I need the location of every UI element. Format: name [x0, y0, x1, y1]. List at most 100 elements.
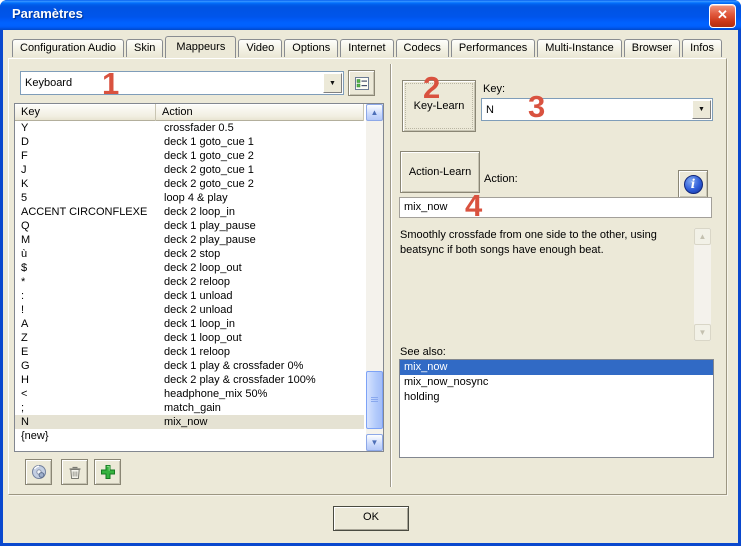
- tab-mappeurs[interactable]: Mappeurs: [165, 36, 236, 58]
- tab-performances[interactable]: Performances: [451, 39, 535, 57]
- action-learn-label: Action-Learn: [409, 166, 471, 178]
- cell-action: deck 2 stop: [156, 247, 364, 261]
- cell-key: K: [15, 177, 156, 191]
- restore-mapper-button[interactable]: [25, 459, 52, 485]
- tab-video[interactable]: Video: [238, 39, 282, 57]
- column-header-key[interactable]: Key: [15, 104, 156, 121]
- table-row[interactable]: Fdeck 1 goto_cue 2: [15, 149, 364, 163]
- key-select[interactable]: N ▼: [481, 98, 713, 121]
- table-row[interactable]: Kdeck 2 goto_cue 2: [15, 177, 364, 191]
- cell-key: G: [15, 359, 156, 373]
- table-row[interactable]: Gdeck 1 play & crossfader 0%: [15, 359, 364, 373]
- table-row[interactable]: 5loop 4 & play: [15, 191, 364, 205]
- table-row[interactable]: ùdeck 2 stop: [15, 247, 364, 261]
- scroll-up-icon[interactable]: ▲: [694, 228, 711, 245]
- mapper-device-value: Keyboard: [21, 77, 322, 89]
- cell-key: !: [15, 303, 156, 317]
- tab-codecs[interactable]: Codecs: [396, 39, 449, 57]
- action-description: Smoothly crossfade from one side to the …: [400, 228, 688, 258]
- cell-action: deck 2 loop_in: [156, 205, 364, 219]
- table-row[interactable]: {new}: [15, 429, 364, 443]
- ok-button[interactable]: OK: [333, 506, 409, 531]
- close-icon: ✕: [717, 7, 728, 22]
- cell-key: E: [15, 345, 156, 359]
- mapping-table-header: Key Action: [15, 104, 364, 121]
- tab-internet[interactable]: Internet: [340, 39, 393, 57]
- add-mapping-button[interactable]: [94, 459, 121, 485]
- cell-key: H: [15, 373, 156, 387]
- table-row[interactable]: Hdeck 2 play & crossfader 100%: [15, 373, 364, 387]
- tab-configuration-audio[interactable]: Configuration Audio: [12, 39, 124, 57]
- cell-action: loop 4 & play: [156, 191, 364, 205]
- cell-action: [156, 429, 364, 443]
- cell-action: headphone_mix 50%: [156, 387, 364, 401]
- cell-key: Z: [15, 331, 156, 345]
- tab-browser[interactable]: Browser: [624, 39, 680, 57]
- table-row[interactable]: *deck 2 reloop: [15, 275, 364, 289]
- cell-key: ù: [15, 247, 156, 261]
- trash-icon: [68, 465, 82, 480]
- action-value: mix_now: [404, 201, 447, 213]
- table-row[interactable]: $deck 2 loop_out: [15, 261, 364, 275]
- scroll-down-icon[interactable]: ▼: [694, 324, 711, 341]
- scrollbar-thumb[interactable]: [366, 371, 383, 429]
- cell-action: deck 1 loop_in: [156, 317, 364, 331]
- table-row[interactable]: ;match_gain: [15, 401, 364, 415]
- mapper-options-button[interactable]: [348, 70, 375, 96]
- chevron-down-icon[interactable]: ▼: [692, 100, 711, 119]
- table-row[interactable]: Ddeck 1 goto_cue 1: [15, 135, 364, 149]
- action-label: Action:: [484, 173, 518, 185]
- table-row[interactable]: Adeck 1 loop_in: [15, 317, 364, 331]
- delete-mapping-button[interactable]: [61, 459, 88, 485]
- mapper-device-select[interactable]: Keyboard ▼: [20, 71, 344, 95]
- cell-key: D: [15, 135, 156, 149]
- tab-skin[interactable]: Skin: [126, 39, 163, 57]
- action-info-button[interactable]: i: [678, 170, 708, 198]
- table-row[interactable]: Zdeck 1 loop_out: [15, 331, 364, 345]
- action-learn-button[interactable]: Action-Learn: [400, 151, 480, 193]
- tab-multi-instance[interactable]: Multi-Instance: [537, 39, 621, 57]
- cell-key: 5: [15, 191, 156, 205]
- table-row[interactable]: Qdeck 1 play_pause: [15, 219, 364, 233]
- cell-key: *: [15, 275, 156, 289]
- see-also-item[interactable]: holding: [400, 390, 713, 405]
- cell-action: deck 2 play & crossfader 100%: [156, 373, 364, 387]
- action-input[interactable]: mix_now: [399, 197, 712, 218]
- see-also-item[interactable]: mix_now: [400, 360, 713, 375]
- cell-action: deck 2 reloop: [156, 275, 364, 289]
- table-row[interactable]: !deck 2 unload: [15, 303, 364, 317]
- table-row[interactable]: ACCENT CIRCONFLEXEdeck 2 loop_in: [15, 205, 364, 219]
- table-row[interactable]: :deck 1 unload: [15, 289, 364, 303]
- description-scrollbar[interactable]: ▲ ▼: [694, 228, 711, 341]
- scroll-up-icon[interactable]: ▲: [366, 104, 383, 121]
- chevron-down-icon[interactable]: ▼: [323, 73, 342, 93]
- title-bar[interactable]: Paramètres ✕: [0, 0, 741, 30]
- key-value: N: [482, 104, 691, 116]
- key-learn-button[interactable]: Key-Learn: [402, 80, 476, 132]
- plus-icon: [100, 464, 116, 480]
- ok-label: OK: [363, 511, 379, 523]
- window-title: Paramètres: [12, 6, 83, 21]
- cell-action: deck 1 loop_out: [156, 331, 364, 345]
- column-header-action[interactable]: Action: [156, 104, 364, 121]
- table-row[interactable]: Jdeck 2 goto_cue 1: [15, 163, 364, 177]
- cell-key: ;: [15, 401, 156, 415]
- list-properties-icon: [355, 77, 369, 90]
- see-also-label: See also:: [400, 346, 446, 358]
- table-row[interactable]: Mdeck 2 play_pause: [15, 233, 364, 247]
- tab-options[interactable]: Options: [284, 39, 338, 57]
- cell-action: mix_now: [156, 415, 364, 429]
- table-row[interactable]: Nmix_now: [15, 415, 364, 429]
- mapping-table-scrollbar[interactable]: ▲ ▼: [366, 104, 383, 451]
- close-button[interactable]: ✕: [709, 4, 736, 28]
- table-row[interactable]: Ycrossfader 0.5: [15, 121, 364, 135]
- table-row[interactable]: Edeck 1 reloop: [15, 345, 364, 359]
- tab-infos[interactable]: Infos: [682, 39, 722, 57]
- cell-key: :: [15, 289, 156, 303]
- see-also-item[interactable]: mix_now_nosync: [400, 375, 713, 390]
- table-row[interactable]: <headphone_mix 50%: [15, 387, 364, 401]
- cell-key: N: [15, 415, 156, 429]
- scroll-down-icon[interactable]: ▼: [366, 434, 383, 451]
- cell-key: ACCENT CIRCONFLEXE: [15, 205, 156, 219]
- cell-action: crossfader 0.5: [156, 121, 364, 135]
